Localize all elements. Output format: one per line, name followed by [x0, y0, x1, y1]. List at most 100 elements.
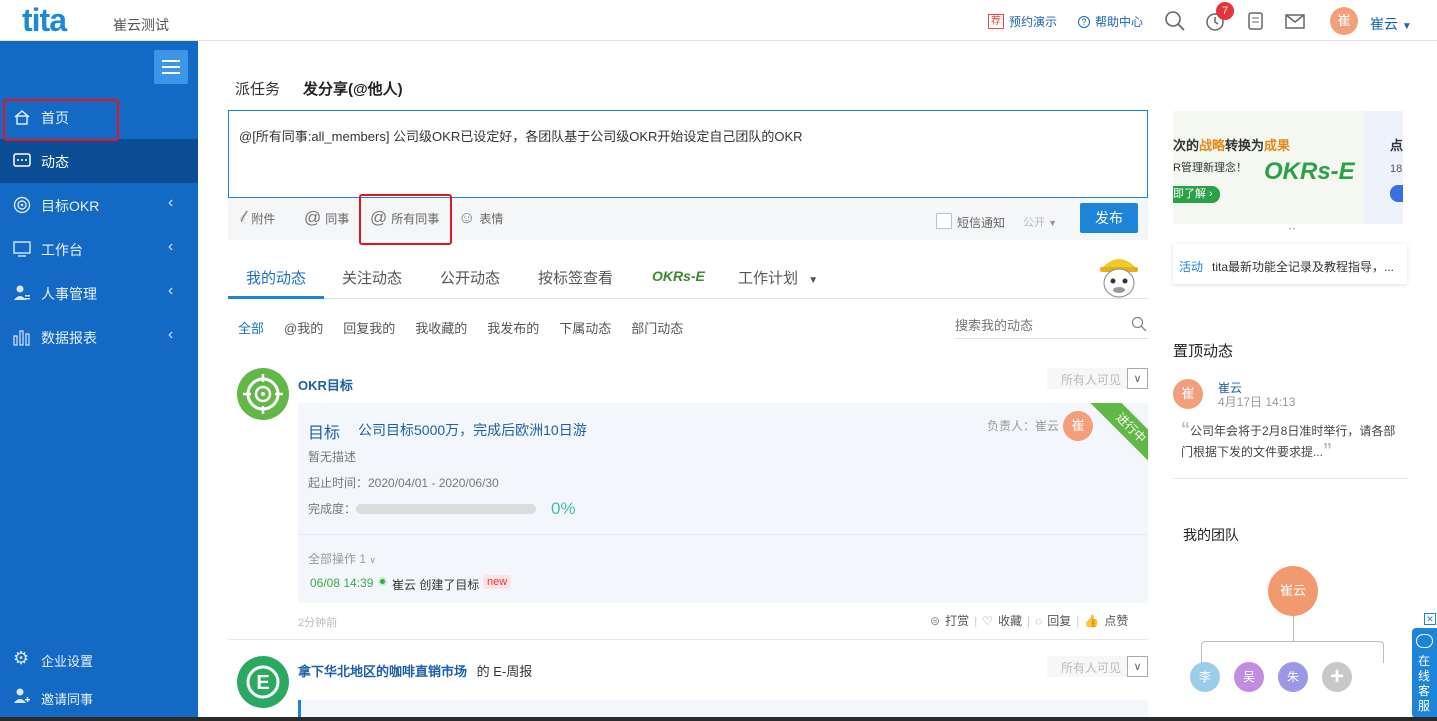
- feed-tab-public[interactable]: 公开动态: [440, 260, 500, 298]
- filter-posted[interactable]: 我发布的: [487, 318, 539, 338]
- user-name: 崔云: [1370, 16, 1398, 32]
- team-title: 我的团队: [1183, 527, 1239, 543]
- help-link[interactable]: ? 帮助中心: [1078, 13, 1143, 30]
- person-icon: [14, 285, 30, 300]
- banner2-subtitle: 18: [1390, 163, 1403, 175]
- demo-label: 预约演示: [1009, 15, 1058, 29]
- sidebar-item-label: 数据报表: [41, 330, 97, 346]
- sms-checkbox[interactable]: [936, 213, 952, 229]
- filter-replies[interactable]: 回复我的: [343, 318, 395, 338]
- chevron-down-icon: ∨: [369, 555, 376, 565]
- okr-goal-card[interactable]: 目标 公司目标5000万，完成后欧洲10日游 负责人：崔云 崔 进行中 暂无描述…: [298, 403, 1148, 603]
- menu-toggle-button[interactable]: [154, 50, 188, 84]
- sidebar-item-label: 工作台: [41, 242, 83, 258]
- banner-slide-2[interactable]: 点 18: [1364, 111, 1403, 224]
- emoji-button[interactable]: ☺ 表情: [458, 208, 503, 228]
- help-icon: ?: [1078, 15, 1090, 28]
- sidebar-item-label: 人事管理: [41, 286, 97, 302]
- attachment-button[interactable]: 𝓁 附件: [240, 209, 275, 227]
- favorite-button[interactable]: ♡ 收藏: [982, 612, 1022, 629]
- sidebar-item-okr[interactable]: 目标OKR ‹: [0, 183, 198, 227]
- e-weekly-report-icon: E: [237, 656, 289, 708]
- activity-text: tita最新功能全记录及教程指导，...: [1212, 260, 1395, 274]
- team-root-avatar[interactable]: 崔云: [1268, 566, 1318, 616]
- activity-card[interactable]: 活动 tita最新功能全记录及教程指导，...: [1173, 244, 1407, 284]
- feed-tab-tags[interactable]: 按标签查看: [538, 260, 613, 298]
- pinned-title: 置顶动态: [1173, 343, 1234, 360]
- gear-icon: ⚙: [13, 648, 30, 668]
- tab-label: 工作计划: [738, 270, 799, 287]
- team-member-wu[interactable]: 吴: [1234, 662, 1264, 692]
- filter-subordinates[interactable]: 下属动态: [559, 318, 611, 338]
- highlight-box-dynamic: [3, 99, 119, 141]
- caret-down-icon: ▼: [808, 275, 819, 286]
- activity-tag: 活动: [1179, 260, 1204, 274]
- all-operations-toggle[interactable]: 全部操作 1 ∨: [308, 550, 376, 567]
- sidebar-item-reports[interactable]: 数据报表 ‹: [0, 315, 198, 359]
- tool-label: 同事: [325, 211, 350, 226]
- composer-textarea[interactable]: @[所有同事:all_members] 公司级OKR已设定好，各团队基于公司级O…: [228, 110, 1148, 198]
- mention-colleague-button[interactable]: @ 同事: [304, 208, 349, 228]
- online-service-close-icon[interactable]: ✕: [1424, 613, 1436, 625]
- banner2-button[interactable]: [1390, 185, 1403, 202]
- filter-department[interactable]: 部门动态: [631, 318, 683, 338]
- post-source[interactable]: OKR目标: [298, 375, 353, 394]
- sidebar: 首页 动态 目标OKR ‹ 工作台 ‹ 人事管理 ‹ 数据报表 ‹ ⚙ 企业设置…: [0, 41, 198, 721]
- user-avatar[interactable]: 崔: [1330, 7, 1358, 35]
- search-icon[interactable]: [1131, 316, 1147, 332]
- sidebar-item-label: 邀请同事: [41, 692, 94, 707]
- filter-at-me[interactable]: @我的: [284, 318, 323, 338]
- company-name: 崔云测试: [113, 17, 169, 33]
- sidebar-item-invite[interactable]: 邀请同事: [0, 677, 198, 717]
- post2-visibility-select[interactable]: 所有人可见 ∨: [1047, 656, 1148, 677]
- feed-tab-follow[interactable]: 关注动态: [342, 260, 402, 298]
- tool-label: 表情: [479, 211, 504, 226]
- chevron-left-icon: ‹: [168, 238, 174, 255]
- new-badge: new: [483, 575, 512, 589]
- sidebar-item-workbench[interactable]: 工作台 ‹: [0, 227, 198, 271]
- user-menu[interactable]: 崔云 ▼: [1370, 14, 1412, 34]
- visibility-select[interactable]: 公开 ▼: [1023, 214, 1057, 230]
- reward-button[interactable]: ⊜ 打赏: [930, 612, 969, 629]
- feed-tab-plan[interactable]: 工作计划 ▼: [738, 260, 818, 300]
- pinned-avatar: 崔: [1173, 379, 1203, 409]
- post2-source[interactable]: 拿下华北地区的咖啡直销市场: [298, 664, 467, 679]
- okr-target-avatar-icon: [237, 368, 289, 420]
- filter-favorites[interactable]: 我收藏的: [415, 318, 467, 338]
- demo-link[interactable]: 荐 预约演示: [988, 13, 1057, 30]
- team-member-li[interactable]: 李: [1190, 662, 1220, 692]
- team-member-zhu[interactable]: 朱: [1278, 662, 1308, 692]
- document-icon[interactable]: [1245, 10, 1267, 32]
- reply-button[interactable]: ◌ 回复: [1035, 612, 1071, 629]
- caret-down-icon: ▼: [1401, 21, 1412, 32]
- mail-icon[interactable]: [1284, 10, 1306, 32]
- sidebar-item-dynamic[interactable]: 动态: [0, 139, 198, 183]
- okrs-e-banner[interactable]: 次的战略转换为成果 R管理新理念！ 即了解 › OKRs-E: [1173, 111, 1364, 224]
- composer-tab-share[interactable]: 发分享(@他人): [303, 78, 403, 99]
- visibility-label: 所有人可见: [1061, 661, 1122, 675]
- heart-icon: ♡: [982, 613, 993, 628]
- feed-tab-okrs-e[interactable]: OKRs-E: [652, 268, 705, 284]
- search-input[interactable]: [955, 315, 1125, 335]
- post-time: 2分钟前: [298, 617, 338, 629]
- chat-icon: [1416, 634, 1433, 648]
- post-visibility-select[interactable]: 所有人可见 ∨: [1047, 368, 1148, 389]
- feed-tab-mine[interactable]: 我的动态: [228, 260, 324, 299]
- sidebar-item-hr[interactable]: 人事管理 ‹: [0, 271, 198, 315]
- sidebar-item-label: 动态: [41, 154, 69, 170]
- filter-all[interactable]: 全部: [238, 318, 264, 338]
- banner-learn-button[interactable]: 即了解 ›: [1173, 186, 1220, 203]
- search-icon[interactable]: [1164, 10, 1186, 32]
- like-button[interactable]: 👍 点赞: [1084, 612, 1128, 629]
- composer-tab-task[interactable]: 派任务: [235, 78, 280, 99]
- sidebar-item-settings[interactable]: ⚙ 企业设置: [0, 639, 198, 679]
- owner-avatar: 崔: [1063, 411, 1093, 441]
- pinned-quote[interactable]: “公司年会将于2月8日准时举行，请各部门根据下发的文件要求提...”: [1181, 420, 1401, 462]
- filter-bar: 全部 @我的 回复我的 我收藏的 我发布的 下属动态 部门动态: [238, 318, 683, 338]
- publish-button[interactable]: 发布: [1080, 203, 1138, 233]
- tita-logo[interactable]: tita: [22, 2, 67, 39]
- goal-title: 公司目标5000万，完成后欧洲10日游: [358, 422, 587, 438]
- chat-bubble-icon: [13, 153, 31, 167]
- online-service-widget[interactable]: 在线客服: [1412, 628, 1437, 718]
- add-member-icon[interactable]: +: [1322, 662, 1352, 692]
